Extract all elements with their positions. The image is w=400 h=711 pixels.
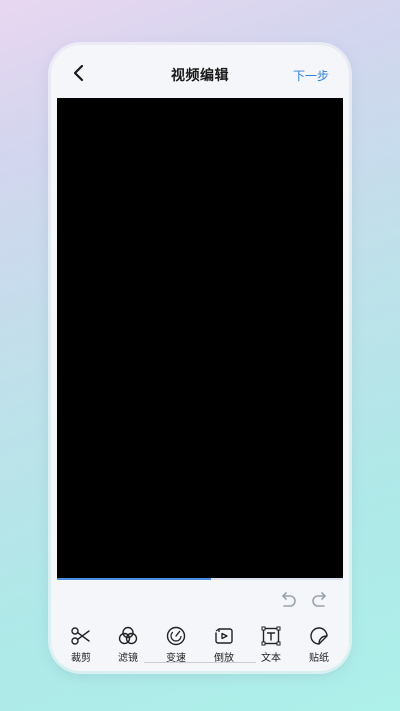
video-edit-screen: 视频编辑 下一步 裁剪 滤镜 变速 倒放 文本 贴纸: [51, 45, 349, 671]
redo-icon: [312, 592, 326, 607]
phone-frame: 视频编辑 下一步 裁剪 滤镜 变速 倒放 文本 贴纸: [51, 45, 349, 671]
reverse-play-icon: [215, 628, 233, 644]
playback-progress-track[interactable]: [57, 578, 343, 580]
tool-sticker[interactable]: 贴纸: [299, 619, 339, 671]
tool-filter[interactable]: 滤镜: [108, 619, 148, 671]
tool-label: 裁剪: [71, 653, 91, 664]
tool-label: 贴纸: [309, 653, 329, 664]
tool-label: 滤镜: [118, 653, 138, 664]
tool-speed[interactable]: 变速: [156, 619, 196, 671]
next-step-button[interactable]: 下一步: [293, 67, 329, 84]
scissors-icon: [71, 627, 90, 645]
playback-progress-fill: [57, 578, 212, 580]
filter-icon: [118, 626, 138, 645]
tool-label: 文本: [261, 653, 281, 664]
tool-text[interactable]: 文本: [251, 619, 291, 671]
redo-button[interactable]: [309, 589, 331, 611]
video-preview[interactable]: [57, 98, 343, 579]
speed-gauge-icon: [166, 626, 186, 646]
tool-crop[interactable]: 裁剪: [61, 619, 101, 671]
sticker-icon: [310, 627, 328, 645]
undo-button[interactable]: [277, 589, 299, 611]
undo-icon: [282, 592, 296, 607]
toolbar-divider: [144, 662, 256, 663]
edit-toolbar: 裁剪 滤镜 变速 倒放 文本 贴纸: [51, 619, 349, 671]
navigation-bar: 视频编辑 下一步: [51, 45, 349, 99]
tool-reverse[interactable]: 倒放: [204, 619, 244, 671]
text-box-icon: [261, 626, 281, 646]
